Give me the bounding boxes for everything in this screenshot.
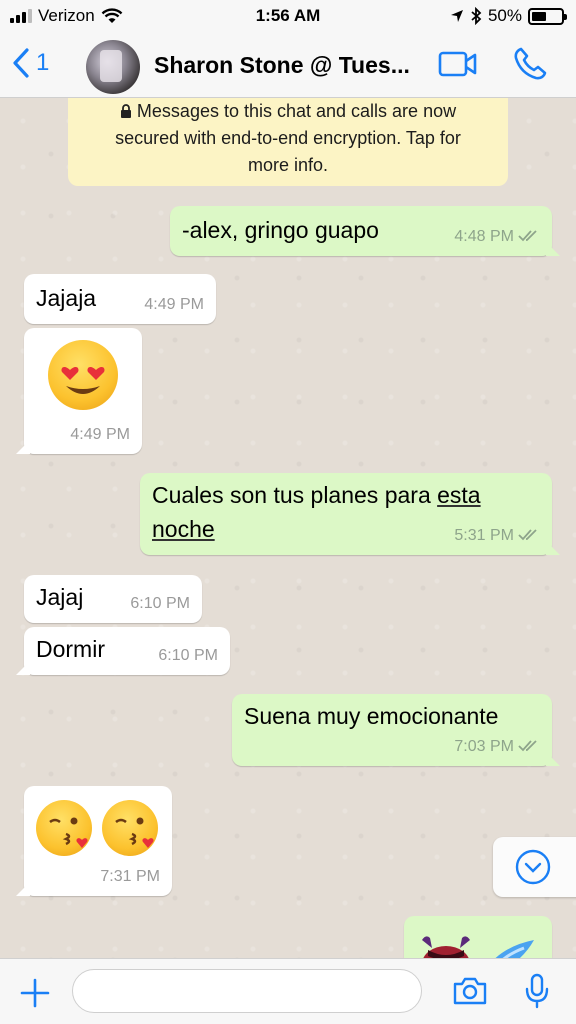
battery-percent: 50% — [487, 6, 522, 25]
message-time: 6:10 PM — [158, 647, 218, 664]
message-text: Jajaja — [36, 285, 97, 311]
read-ticks-icon — [518, 740, 537, 752]
read-ticks-icon — [518, 529, 537, 541]
splash-emoji — [495, 940, 534, 958]
message-text: Dormir — [36, 636, 105, 662]
scroll-down-icon — [515, 849, 551, 885]
message-time: 7:03 PM — [454, 738, 540, 756]
message-time: 6:10 PM — [130, 595, 190, 612]
phone-icon[interactable] — [512, 46, 548, 82]
encryption-notice[interactable]: Messages to this chat and calls are now … — [68, 98, 508, 186]
message-time: 7:31 PM — [100, 868, 160, 885]
video-call-icon[interactable] — [438, 50, 478, 78]
encryption-notice-line-2: secured with end-to-end encryption. Tap … — [115, 128, 461, 148]
battery-icon — [528, 7, 567, 25]
microphone-icon[interactable] — [524, 973, 550, 1009]
encryption-notice-line-3: more info. — [247, 155, 329, 175]
devil-emoji — [422, 936, 470, 958]
avatar[interactable] — [86, 40, 140, 94]
message-input[interactable] — [72, 969, 422, 1013]
plus-icon[interactable] — [20, 978, 50, 1008]
message-incoming-emoji[interactable]: 4:49 PM — [16, 328, 142, 454]
message-text: Suena muy emocionante — [244, 703, 499, 729]
message-outgoing[interactable]: Suena muy emocionante 7:03 PM — [232, 694, 560, 766]
message-incoming[interactable]: Jajaj 6:10 PM — [24, 575, 202, 623]
message-incoming[interactable]: Dormir 6:10 PM — [16, 627, 230, 675]
message-outgoing[interactable]: -alex, gringo guapo 4:48 PM — [170, 206, 560, 256]
message-text-line-1: Cuales son tus planes para esta — [152, 482, 481, 508]
message-text-line-2: noche — [152, 516, 215, 542]
message-time: 4:48 PM — [454, 228, 540, 246]
kissing-heart-emoji — [102, 800, 158, 856]
back-count: 1 — [36, 49, 50, 76]
message-time: 5:31 PM — [454, 527, 540, 545]
message-text: Jajaj — [36, 584, 84, 610]
chat-title[interactable]: Sharon Stone @ Tues... — [154, 52, 410, 79]
status-bar: Verizon 1:56 AM 50% — [0, 0, 576, 34]
camera-icon[interactable] — [452, 975, 488, 1007]
input-bar — [0, 958, 576, 1024]
read-ticks-icon — [518, 230, 537, 242]
message-outgoing[interactable]: Cuales son tus planes para esta noche 5:… — [140, 473, 560, 555]
message-text: -alex, gringo guapo — [182, 217, 379, 243]
bluetooth-icon — [471, 7, 482, 25]
kissing-heart-emoji — [36, 800, 92, 856]
encryption-notice-line-1: Messages to this chat and calls are now — [68, 98, 508, 125]
back-button[interactable]: 1 — [12, 48, 49, 78]
status-right: 50% — [450, 6, 567, 26]
message-time: 4:49 PM — [70, 426, 130, 443]
message-time: 4:49 PM — [144, 296, 204, 313]
location-icon — [450, 10, 463, 22]
scroll-to-bottom-button[interactable] — [493, 837, 576, 897]
chat-area[interactable]: Messages to this chat and calls are now … — [0, 98, 576, 958]
lock-icon — [120, 104, 131, 118]
heart-eyes-emoji — [48, 340, 118, 410]
message-incoming-emoji[interactable]: 7:31 PM — [16, 786, 172, 896]
chat-header: 1 Sharon Stone @ Tues... — [0, 34, 576, 98]
message-incoming[interactable]: Jajaja 4:49 PM — [24, 274, 216, 324]
message-outgoing-emoji-partial[interactable] — [404, 916, 552, 958]
back-chevron-icon — [13, 48, 29, 78]
